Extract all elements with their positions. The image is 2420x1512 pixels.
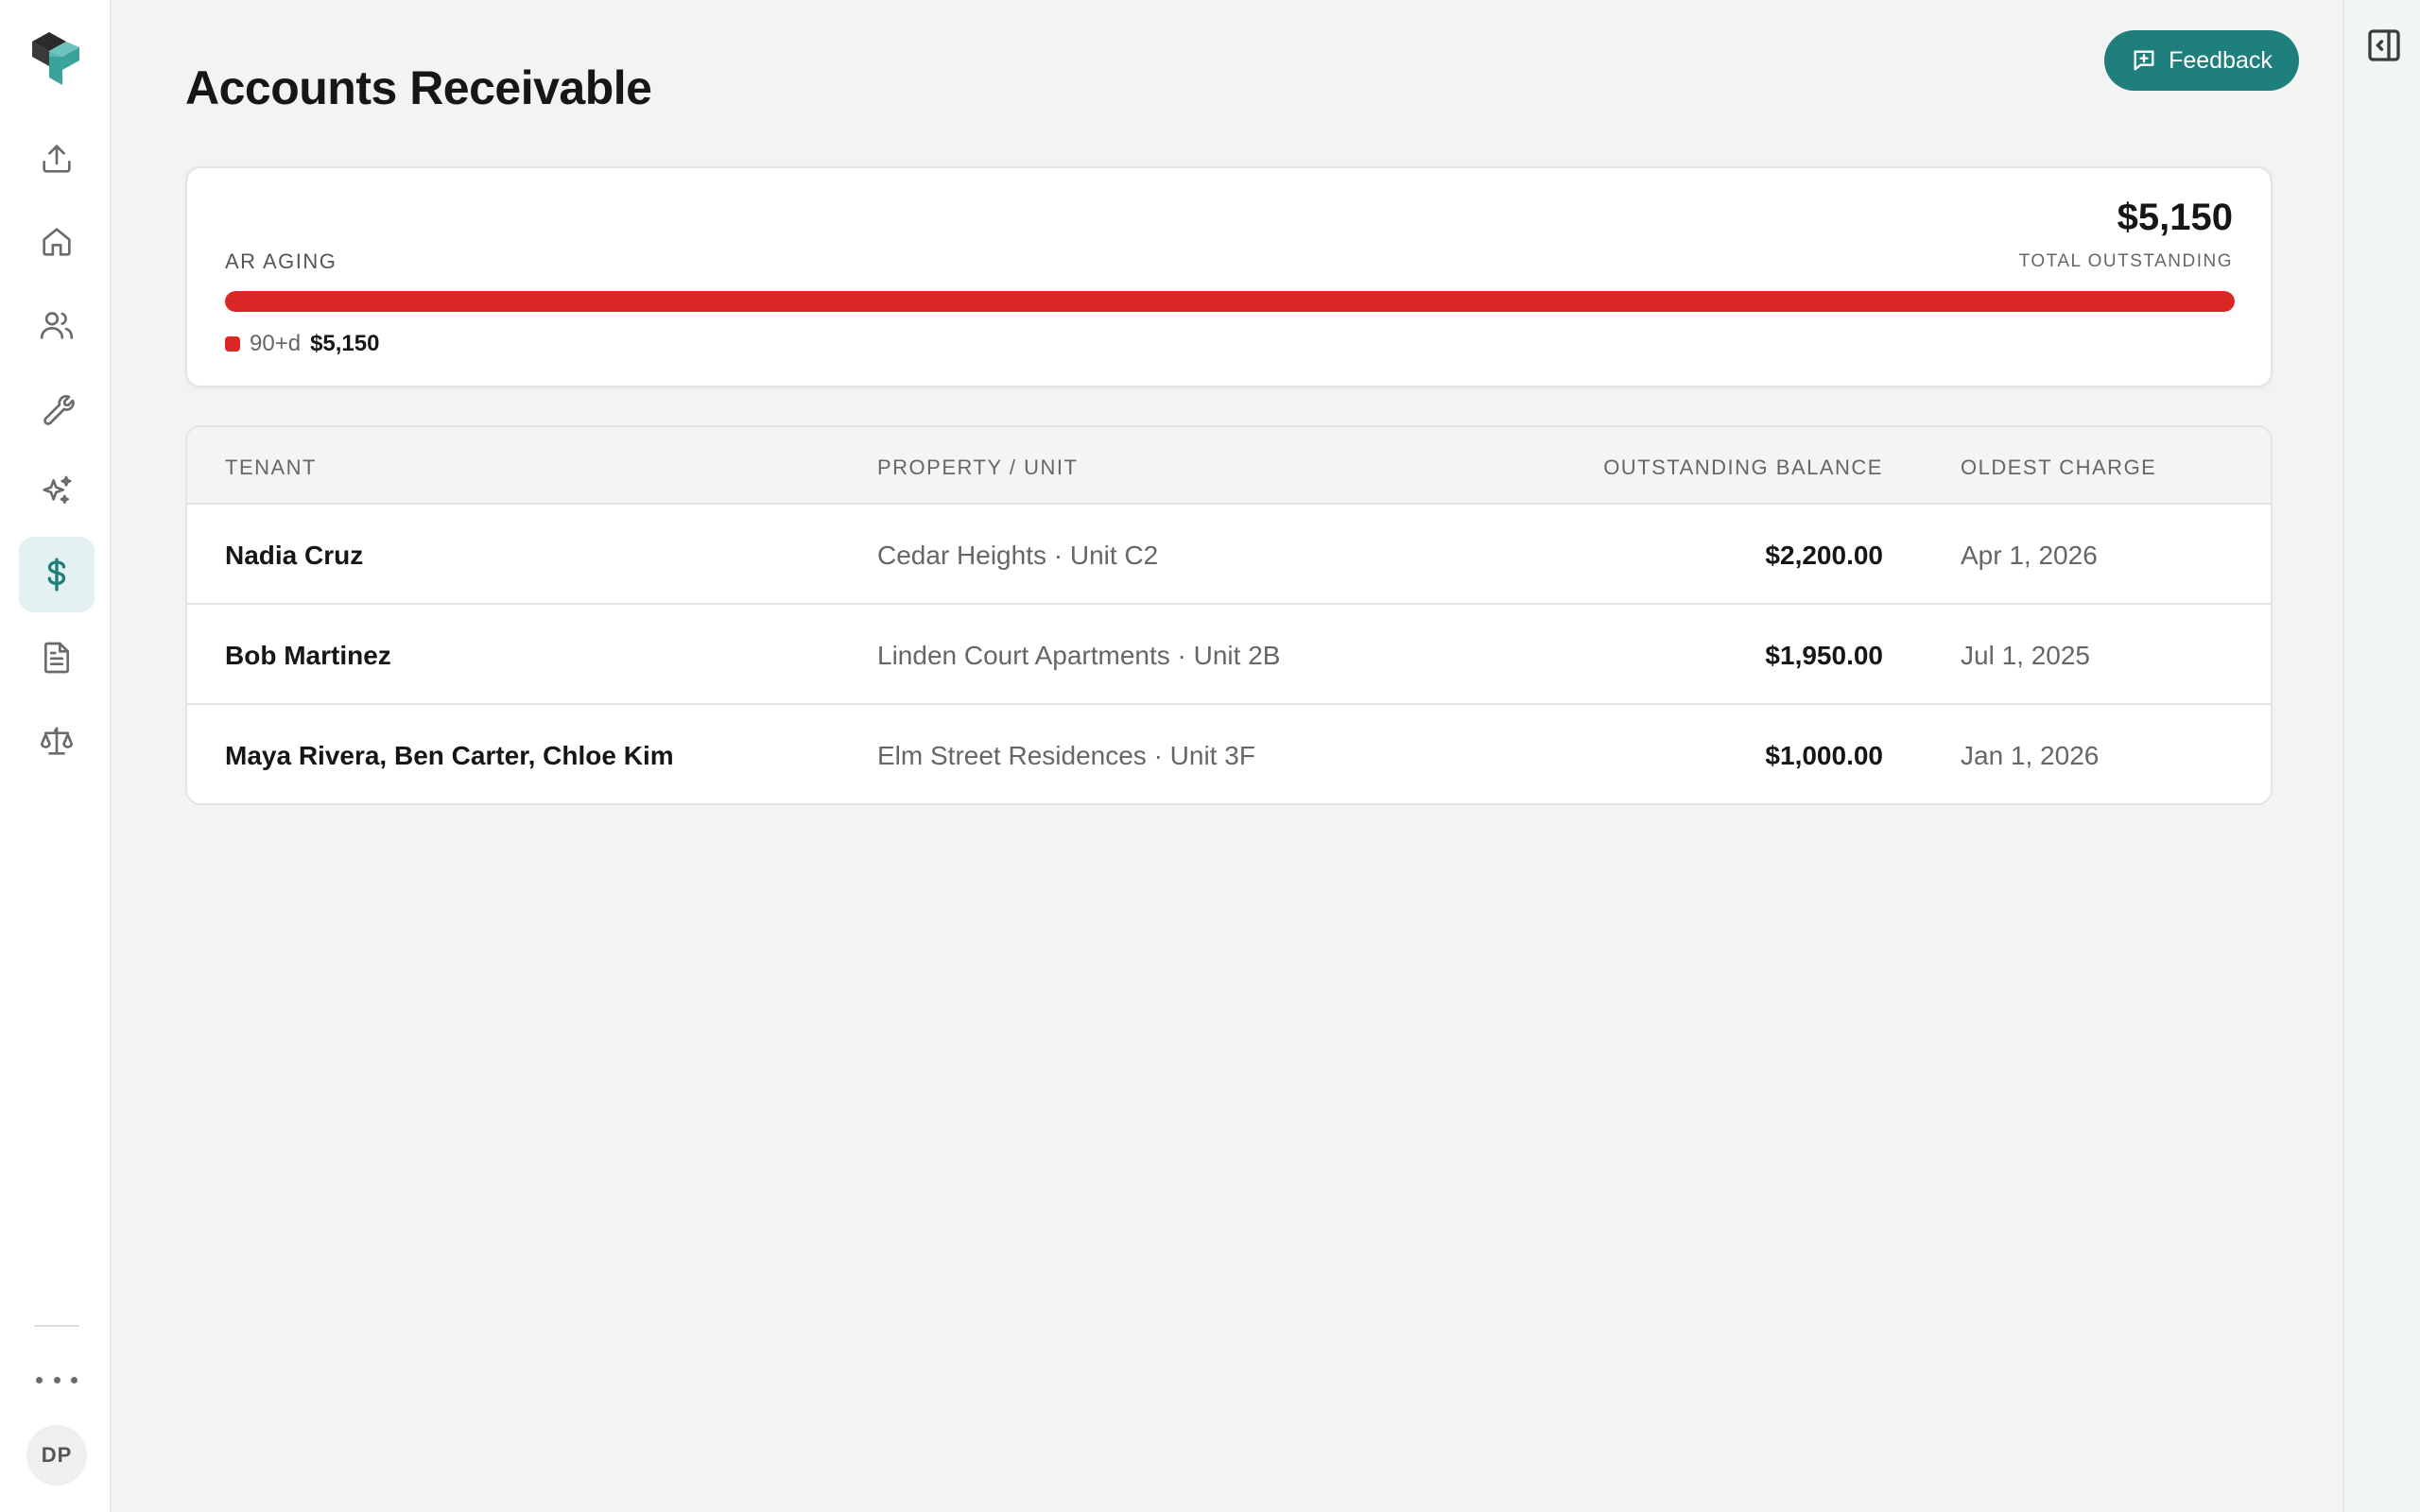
total-outstanding-amount: $5,150 — [2117, 197, 2233, 238]
sidebar-item-ai[interactable] — [19, 454, 95, 529]
table-row[interactable]: Maya Rivera, Ben Carter, Chloe Kim Elm S… — [187, 705, 2271, 803]
outstanding-balance: $1,950.00 — [1765, 641, 1883, 670]
home-icon — [43, 228, 71, 256]
wrench-icon — [43, 395, 75, 425]
right-panel-rail — [2342, 0, 2420, 1512]
column-header-oldest-charge[interactable]: OLDEST CHARGE — [1961, 455, 2156, 480]
property-unit: Elm Street Residences · Unit 3F — [877, 741, 1255, 770]
property-unit: Linden Court Apartments · Unit 2B — [877, 641, 1281, 670]
column-header-property-unit[interactable]: PROPERTY / UNIT — [877, 455, 1078, 480]
avatar[interactable]: DP — [26, 1425, 87, 1486]
aging-legend: 90+d $5,150 — [225, 331, 379, 357]
scale-icon — [40, 727, 74, 755]
sidebar-item-legal[interactable] — [19, 703, 95, 779]
tenant-name: Bob Martinez — [225, 641, 391, 670]
oldest-charge-date: Jan 1, 2026 — [1961, 741, 2100, 770]
tenant-name: Nadia Cruz — [225, 541, 364, 570]
legend-swatch-90plus — [225, 336, 240, 352]
aging-bar-90plus-segment[interactable] — [225, 291, 2235, 312]
oldest-charge-date: Apr 1, 2026 — [1961, 541, 2098, 570]
tenant-name: Maya Rivera, Ben Carter, Chloe Kim — [225, 741, 674, 770]
users-icon — [40, 312, 74, 339]
sidebar-item-tenants[interactable] — [19, 287, 95, 363]
page-title: Accounts Receivable — [185, 61, 652, 114]
aging-bar — [225, 291, 2235, 312]
total-outstanding-label: TOTAL OUTSTANDING — [2018, 251, 2233, 271]
receivables-table: TENANT PROPERTY / UNIT OUTSTANDING BALAN… — [185, 425, 2273, 805]
ar-aging-label: AR AGING — [225, 249, 337, 273]
sidebar-item-upload[interactable] — [19, 121, 95, 197]
dollar-icon — [47, 558, 66, 592]
upload-icon — [43, 145, 71, 173]
panel-toggle-button[interactable] — [2365, 26, 2403, 64]
sidebar: DP — [0, 0, 112, 1512]
oldest-charge-date: Jul 1, 2025 — [1961, 641, 2090, 670]
panel-collapse-icon — [2368, 29, 2400, 61]
document-icon — [44, 642, 69, 674]
outstanding-balance: $1,000.00 — [1765, 741, 1883, 770]
table-row[interactable]: Bob Martinez Linden Court Apartments · U… — [187, 605, 2271, 705]
table-row[interactable]: Nadia Cruz Cedar Heights · Unit C2 $2,20… — [187, 505, 2271, 605]
property-unit: Cedar Heights · Unit C2 — [877, 541, 1159, 570]
sidebar-item-home[interactable] — [19, 204, 95, 280]
ar-aging-card: AR AGING $5,150 TOTAL OUTSTANDING 90+d $… — [185, 166, 2273, 387]
app-logo[interactable] — [28, 28, 83, 89]
feedback-label: Feedback — [2169, 46, 2273, 74]
sidebar-item-maintenance[interactable] — [19, 370, 95, 446]
column-header-outstanding-balance[interactable]: OUTSTANDING BALANCE — [1603, 455, 1883, 480]
sidebar-item-accounts-receivable[interactable] — [19, 537, 95, 612]
table-header: TENANT PROPERTY / UNIT OUTSTANDING BALAN… — [187, 427, 2271, 505]
legend-bucket-label: 90+d — [250, 331, 302, 356]
sidebar-item-documents[interactable] — [19, 620, 95, 696]
legend-bucket-value: $5,150 — [310, 331, 380, 356]
sparkle-icon — [43, 475, 72, 504]
column-header-tenant[interactable]: TENANT — [225, 455, 317, 480]
sidebar-divider — [34, 1325, 79, 1327]
feedback-button[interactable]: Feedback — [2104, 30, 2299, 91]
outstanding-balance: $2,200.00 — [1765, 541, 1883, 570]
message-plus-icon — [2134, 50, 2154, 71]
more-horizontal-icon[interactable] — [36, 1367, 78, 1392]
